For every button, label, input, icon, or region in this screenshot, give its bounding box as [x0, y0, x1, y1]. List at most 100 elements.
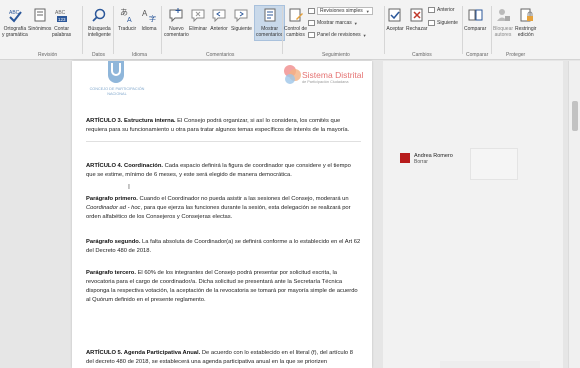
markup-dropdown[interactable]: Revisiones simples ▼: [317, 7, 373, 15]
track-changes-label: Control de cambios: [284, 26, 308, 38]
ribbon-divider: [282, 6, 283, 54]
reviewing-pane-icon: [308, 32, 315, 38]
comment-body: Borrar: [414, 159, 428, 165]
accept-button[interactable]: Aceptar: [386, 6, 404, 32]
compare-button[interactable]: Comparar: [464, 6, 486, 32]
track-changes-button[interactable]: Control de cambios: [284, 6, 307, 38]
group-label-compare: Comparar: [466, 52, 489, 58]
show-comments-icon: [261, 6, 279, 24]
spellcheck-icon: ABC: [6, 6, 24, 24]
smart-lookup-icon: [90, 6, 108, 24]
reject-icon: [408, 6, 426, 24]
paragraph-first-text: Cuando el Coordinador no pueda asistir a…: [137, 196, 349, 202]
avatar: [400, 153, 410, 163]
next-change-icon: [428, 20, 435, 26]
markup-select[interactable]: Revisiones simples ▼: [308, 7, 373, 15]
section-divider: [86, 141, 361, 142]
show-markup-icon: [308, 20, 315, 26]
delete-comment-button[interactable]: Eliminar: [189, 6, 207, 32]
reject-label: Rechazar: [406, 26, 428, 32]
text-cursor-icon: I: [128, 184, 130, 191]
svg-text:あ: あ: [120, 8, 128, 17]
comments-margin: [383, 61, 563, 368]
restrict-editing-label: Restringir edición: [515, 26, 537, 38]
paragraph-first-italic: Coordinador ad - hoc: [86, 205, 141, 211]
ribbon-divider: [82, 6, 83, 54]
comment-card[interactable]: Andrea Romero Borrar: [400, 153, 453, 165]
paragraph-first[interactable]: Parágrafo primero. Cuando el Coordinador…: [86, 195, 361, 222]
group-label-protect: Proteger: [506, 52, 526, 58]
language-button[interactable]: A字 Idioma: [140, 6, 158, 32]
sistema-distrital-subtitle: de Participación Ciudadana: [302, 80, 349, 84]
block-authors-label: Bloquear autores: [493, 26, 514, 38]
comment-preview-box: [470, 148, 518, 180]
smart-lookup-button[interactable]: Búsqueda inteligente: [88, 6, 111, 38]
article-3-heading: ARTÍCULO 3. Estructura interna.: [86, 118, 176, 124]
previous-comment-label: Anterior: [210, 26, 228, 32]
next-comment-label: Siguiente: [231, 26, 252, 32]
article-5-heading: ARTÍCULO 5. Agenda Participativa Anual.: [86, 350, 201, 356]
new-comment-icon: [167, 6, 185, 24]
translate-label: Traducir: [118, 26, 137, 32]
group-label-revision: Revisión: [38, 52, 58, 58]
word-window: ABC Ortografía y gramática Sinónimos ABC…: [0, 0, 580, 368]
chevron-down-icon: ▼: [365, 8, 370, 14]
spelling-label: Ortografía y gramática: [2, 26, 28, 38]
markup-select-value: Revisiones simples: [320, 8, 363, 14]
ribbon-divider: [161, 6, 162, 54]
scrollbar-thumb[interactable]: [572, 101, 578, 131]
language-icon: A字: [140, 6, 158, 24]
article-4-paragraph[interactable]: ARTÍCULO 4. Coordinación. Cada espacio d…: [86, 162, 361, 180]
previous-change-label: Anterior: [437, 7, 455, 13]
language-label: Idioma: [141, 26, 157, 32]
accept-icon: [386, 6, 404, 24]
restrict-editing-button[interactable]: Restringir edición: [515, 6, 536, 38]
article-4-heading: ARTÍCULO 4. Coordinación.: [86, 163, 163, 169]
word-count-label: Contar palabras: [52, 26, 72, 38]
ribbon-divider: [384, 6, 385, 54]
previous-change-icon: [428, 7, 435, 13]
vertical-scrollbar[interactable]: [568, 61, 580, 368]
ribbon-divider: [491, 6, 492, 54]
word-count-button[interactable]: ABC 123 Contar palabras: [52, 6, 71, 38]
reviewing-pane-label: Panel de revisiones: [317, 32, 361, 38]
paragraph-third-heading: Parágrafo tercero.: [86, 270, 136, 276]
group-label-changes: Cambios: [412, 52, 432, 58]
paragraph-second[interactable]: Parágrafo segundo. La falta absoluta de …: [86, 238, 361, 256]
next-comment-icon: [232, 6, 250, 24]
ribbon-divider: [462, 6, 463, 54]
translate-button[interactable]: あA Traducir: [118, 6, 136, 32]
track-changes-icon: [287, 6, 305, 24]
show-comments-button[interactable]: Mostrar comentarios: [254, 5, 286, 41]
chevron-down-icon: ▼: [362, 32, 367, 38]
block-authors-icon: [494, 6, 512, 24]
previous-change-button[interactable]: Anterior: [428, 7, 455, 13]
next-change-button[interactable]: Siguiente: [428, 20, 458, 26]
svg-text:A: A: [142, 9, 148, 18]
previous-comment-button[interactable]: Anterior: [210, 6, 228, 32]
new-comment-button[interactable]: Nuevo comentario: [164, 6, 189, 38]
article-5-paragraph[interactable]: ARTÍCULO 5. Agenda Participativa Anual. …: [86, 349, 361, 367]
next-comment-button[interactable]: Siguiente: [231, 6, 252, 32]
show-markup-button[interactable]: Mostrar marcas ▼: [308, 20, 358, 26]
previous-comment-icon: [210, 6, 228, 24]
sistema-distrital-logo-icon: [282, 62, 302, 88]
paragraph-third[interactable]: Parágrafo tercero. El 60% de los integra…: [86, 269, 361, 305]
show-comments-label: Mostrar comentarios: [256, 26, 284, 38]
spelling-button[interactable]: ABC Ortografía y gramática: [2, 6, 28, 38]
svg-text:字: 字: [149, 14, 156, 23]
compare-label: Comparar: [464, 26, 487, 32]
group-label-comments: Comentarios: [206, 52, 235, 58]
group-label-language: Idioma: [132, 52, 148, 58]
council-logo-caption: CONCEJO DE PARTICIPACIÓN NACIONAL: [89, 87, 145, 96]
group-label-tracking: Seguimiento: [322, 52, 350, 58]
delete-comment-label: Eliminar: [189, 26, 208, 32]
reviewing-pane-button[interactable]: Panel de revisiones ▼: [308, 32, 367, 38]
chevron-down-icon: ▼: [353, 20, 358, 26]
reject-button[interactable]: Rechazar: [406, 6, 427, 32]
thesaurus-button[interactable]: Sinónimos: [28, 6, 51, 32]
article-3-paragraph[interactable]: ARTÍCULO 3. Estructura interna. El Conse…: [86, 117, 361, 135]
block-authors-button[interactable]: Bloquear autores: [493, 6, 513, 38]
ribbon-divider: [113, 6, 114, 54]
markup-icon: [308, 8, 315, 14]
